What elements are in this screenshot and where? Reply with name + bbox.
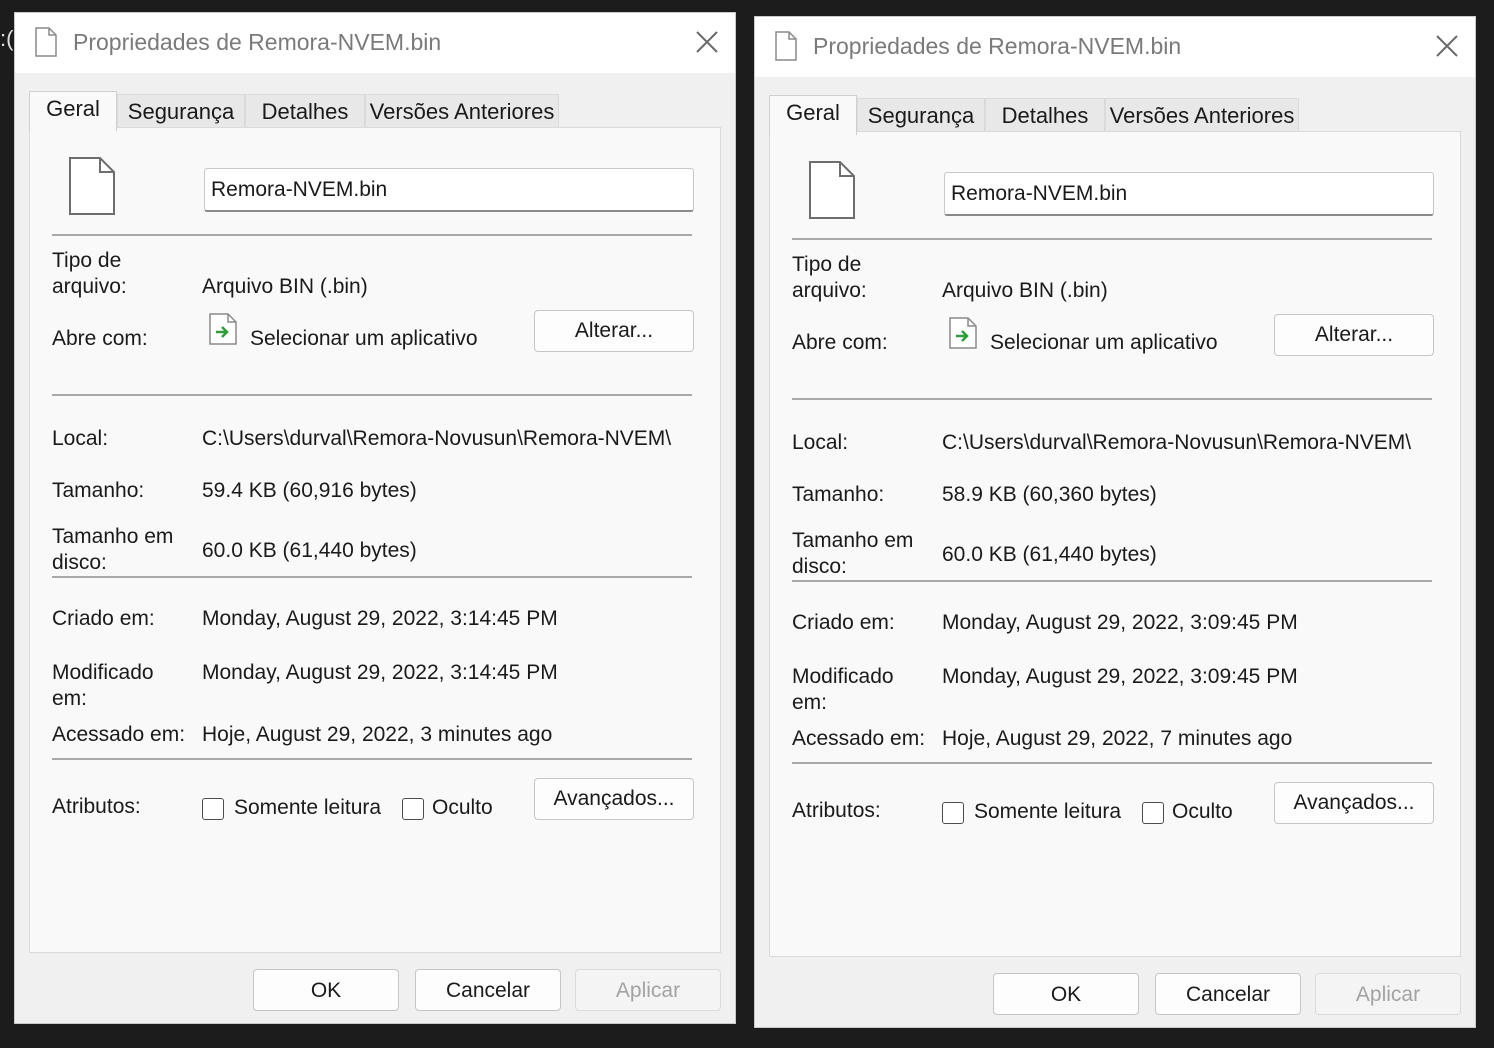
separator xyxy=(52,234,692,236)
type-label: Tipo de arquivo: xyxy=(52,249,127,298)
readonly-label[interactable]: Somente leitura xyxy=(234,796,381,820)
separator xyxy=(52,758,692,760)
advanced-button[interactable]: Avançados... xyxy=(534,778,694,820)
location-value: C:\Users\durval\Remora-Novusun\Remora-NV… xyxy=(942,431,1412,454)
title-bar[interactable]: Propriedades de Remora-NVEM.bin xyxy=(15,13,735,73)
size-label: Tamanho: xyxy=(792,483,885,506)
hidden-checkbox[interactable] xyxy=(402,798,424,820)
size-value: 59.4 KB (60,916 bytes) xyxy=(202,479,417,502)
cancel-button[interactable]: Cancelar xyxy=(1155,973,1301,1015)
cancel-button[interactable]: Cancelar xyxy=(415,969,561,1011)
tab-versoes-anteriores[interactable]: Versões Anteriores xyxy=(1105,98,1299,132)
attributes-label: Atributos: xyxy=(52,795,141,818)
created-value: Monday, August 29, 2022, 3:09:45 PM xyxy=(942,611,1298,634)
attributes-label: Atributos: xyxy=(792,799,881,822)
modified-value: Monday, August 29, 2022, 3:14:45 PM xyxy=(202,661,558,684)
readonly-checkbox[interactable] xyxy=(942,802,964,824)
change-button[interactable]: Alterar... xyxy=(534,310,694,352)
ok-button[interactable]: OK xyxy=(253,969,399,1011)
opens-with-value: Selecionar um aplicativo xyxy=(250,327,478,350)
file-icon xyxy=(35,27,57,57)
type-value: Arquivo BIN (.bin) xyxy=(942,279,1108,302)
size-value: 58.9 KB (60,360 bytes) xyxy=(942,483,1157,506)
tab-geral[interactable]: Geral xyxy=(29,91,117,131)
change-button[interactable]: Alterar... xyxy=(1274,314,1434,356)
file-name-field[interactable] xyxy=(944,172,1434,216)
accessed-label: Acessado em: xyxy=(52,723,186,746)
file-icon xyxy=(69,157,115,215)
disk-size-label: Tamanho em disco: xyxy=(792,529,914,578)
general-tab-panel: Tipo de arquivo: Arquivo BIN (.bin) Abre… xyxy=(29,127,721,953)
location-label: Local: xyxy=(52,427,109,450)
tab-geral[interactable]: Geral xyxy=(769,95,857,135)
readonly-label[interactable]: Somente leitura xyxy=(974,800,1121,824)
opens-with-value: Selecionar um aplicativo xyxy=(990,331,1218,354)
accessed-value: Hoje, August 29, 2022, 7 minutes ago xyxy=(942,727,1293,750)
tab-seguranca[interactable]: Segurança xyxy=(857,98,985,132)
open-with-app-icon xyxy=(209,313,237,345)
opens-with-label: Abre com: xyxy=(52,327,148,350)
accessed-label: Acessado em: xyxy=(792,727,926,750)
properties-dialog-1: Propriedades de Remora-NVEM.bin Geral Se… xyxy=(14,12,736,1024)
general-tab-panel: Tipo de arquivo: Arquivo BIN (.bin) Abre… xyxy=(769,131,1461,957)
created-label: Criado em: xyxy=(52,607,155,630)
modified-value: Monday, August 29, 2022, 3:09:45 PM xyxy=(942,665,1298,688)
separator xyxy=(792,762,1432,764)
accessed-value: Hoje, August 29, 2022, 3 minutes ago xyxy=(202,723,553,746)
separator xyxy=(52,394,692,396)
disk-size-value: 60.0 KB (61,440 bytes) xyxy=(202,539,417,562)
tab-seguranca[interactable]: Segurança xyxy=(117,94,245,128)
open-with-app-icon xyxy=(949,317,977,349)
modified-label: Modificado em: xyxy=(792,665,894,714)
file-name-field[interactable] xyxy=(204,168,694,212)
tab-detalhes[interactable]: Detalhes xyxy=(985,98,1105,132)
properties-dialog-2: Propriedades de Remora-NVEM.bin Geral Se… xyxy=(754,16,1476,1028)
advanced-button[interactable]: Avançados... xyxy=(1274,782,1434,824)
location-label: Local: xyxy=(792,431,849,454)
hidden-label[interactable]: Oculto xyxy=(1172,800,1233,824)
readonly-checkbox[interactable] xyxy=(202,798,224,820)
window-title: Propriedades de Remora-NVEM.bin xyxy=(73,29,442,55)
title-bar[interactable]: Propriedades de Remora-NVEM.bin xyxy=(755,17,1475,77)
close-icon[interactable] xyxy=(687,23,727,61)
apply-button[interactable]: Aplicar xyxy=(575,969,721,1011)
location-value: C:\Users\durval\Remora-Novusun\Remora-NV… xyxy=(202,427,672,450)
file-icon xyxy=(775,31,797,61)
modified-label: Modificado em: xyxy=(52,661,154,710)
window-title: Propriedades de Remora-NVEM.bin xyxy=(813,33,1182,59)
background-partial-text: :( xyxy=(0,26,14,51)
tab-versoes-anteriores[interactable]: Versões Anteriores xyxy=(365,94,559,128)
disk-size-value: 60.0 KB (61,440 bytes) xyxy=(942,543,1157,566)
separator xyxy=(52,576,692,578)
opens-with-label: Abre com: xyxy=(792,331,888,354)
separator xyxy=(792,238,1432,240)
file-icon xyxy=(809,161,855,219)
tab-detalhes[interactable]: Detalhes xyxy=(245,94,365,128)
hidden-label[interactable]: Oculto xyxy=(432,796,493,820)
separator xyxy=(792,398,1432,400)
ok-button[interactable]: OK xyxy=(993,973,1139,1015)
separator xyxy=(792,580,1432,582)
disk-size-label: Tamanho em disco: xyxy=(52,525,174,574)
hidden-checkbox[interactable] xyxy=(1142,802,1164,824)
close-icon[interactable] xyxy=(1427,27,1467,65)
type-value: Arquivo BIN (.bin) xyxy=(202,275,368,298)
size-label: Tamanho: xyxy=(52,479,145,502)
apply-button[interactable]: Aplicar xyxy=(1315,973,1461,1015)
type-label: Tipo de arquivo: xyxy=(792,253,867,302)
created-label: Criado em: xyxy=(792,611,895,634)
created-value: Monday, August 29, 2022, 3:14:45 PM xyxy=(202,607,558,630)
